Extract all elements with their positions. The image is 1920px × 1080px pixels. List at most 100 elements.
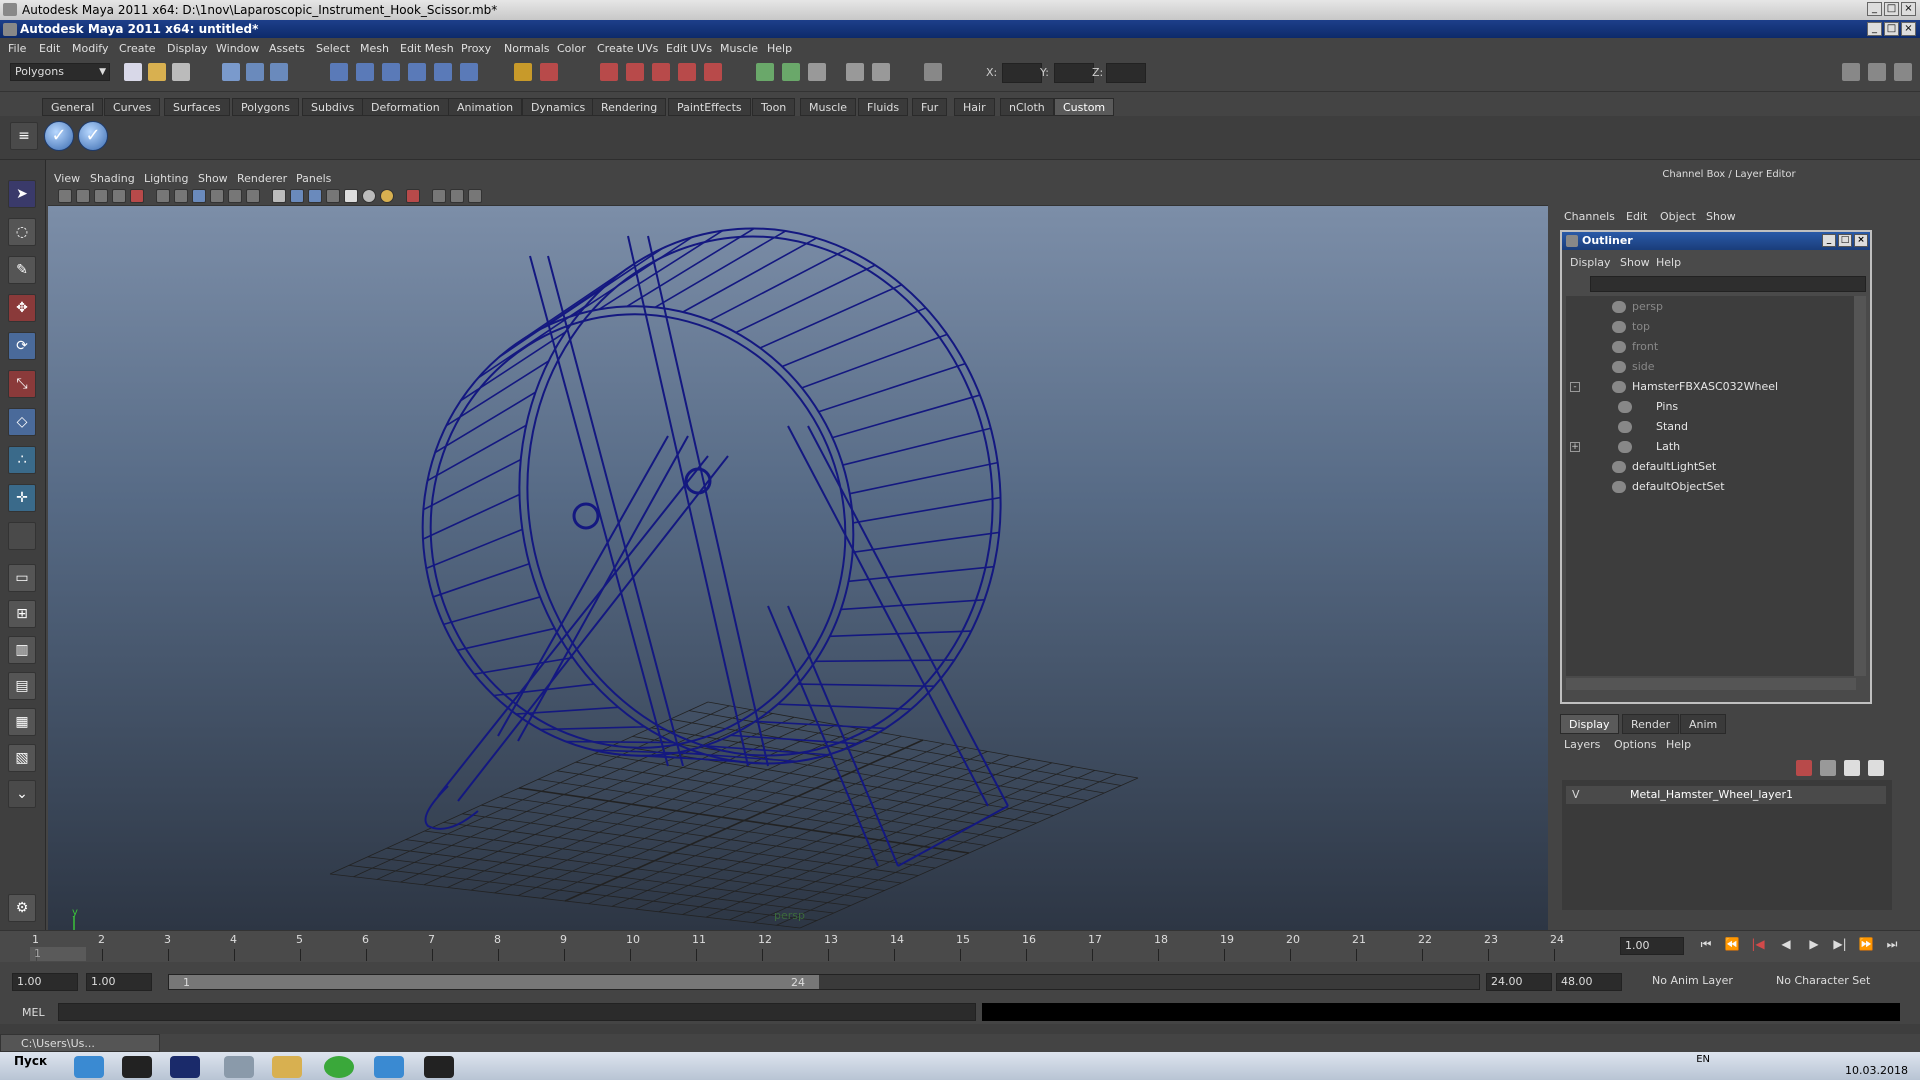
panel-menu-panels[interactable]: Panels (296, 172, 331, 185)
outliner-item[interactable]: persp (1566, 298, 1856, 316)
range-slider-handle[interactable] (169, 975, 819, 989)
menu-mesh[interactable]: Mesh (360, 42, 389, 55)
minimize-button[interactable]: _ (1867, 2, 1882, 16)
maya-taskbar-icon[interactable] (424, 1056, 454, 1078)
layer-menu-layers[interactable]: Layers (1564, 738, 1600, 751)
outliner-filter-input[interactable] (1590, 276, 1866, 292)
outliner-item[interactable]: top (1566, 318, 1856, 336)
menu-select[interactable]: Select (316, 42, 350, 55)
menu-proxy[interactable]: Proxy (461, 42, 491, 55)
menu-edit[interactable]: Edit (39, 42, 60, 55)
coord-y-field[interactable] (1054, 63, 1094, 83)
shelf-tab-dynamics[interactable]: Dynamics (522, 98, 595, 116)
show-attribute-editor-icon[interactable] (1842, 63, 1860, 81)
menu-display[interactable]: Display (167, 42, 208, 55)
start-button[interactable]: Пуск (14, 1054, 47, 1068)
menu-edit-mesh[interactable]: Edit Mesh (400, 42, 454, 55)
inner-maximize-button[interactable]: □ (1884, 22, 1899, 36)
render-settings-icon[interactable] (652, 63, 670, 81)
rotate-tool-icon[interactable]: ⟳ (8, 332, 36, 360)
open-scene-icon[interactable] (148, 63, 166, 81)
expand-toggle-icon[interactable]: - (1570, 382, 1580, 392)
safe-title-icon[interactable] (246, 189, 260, 203)
layer-menu-options[interactable]: Options (1614, 738, 1656, 751)
go-to-start-icon[interactable]: ⏮ (1696, 937, 1716, 955)
shelf-tab-rendering[interactable]: Rendering (592, 98, 667, 116)
snap-plane-icon[interactable] (408, 63, 426, 81)
isolate-select-icon[interactable] (406, 189, 420, 203)
panel-menu-lighting[interactable]: Lighting (144, 172, 188, 185)
go-to-end-icon[interactable]: ⏭ (1882, 937, 1902, 955)
menu-edit-uvs[interactable]: Edit UVs (666, 42, 712, 55)
select-object-icon[interactable] (246, 63, 264, 81)
shelf-tab-general[interactable]: General (42, 98, 104, 116)
shelf-tab-custom[interactable]: Custom (1054, 98, 1115, 116)
menu-help[interactable]: Help (767, 42, 792, 55)
outliner-minimize-button[interactable]: _ (1822, 234, 1836, 247)
layer-menu-help[interactable]: Help (1666, 738, 1691, 751)
animation-start-field[interactable]: 1.00 (12, 973, 78, 991)
resolution-gate-icon[interactable] (174, 189, 188, 203)
app-taskbar-icon[interactable] (224, 1056, 254, 1078)
cb-menu-show[interactable]: Show (1706, 210, 1736, 223)
menu-normals[interactable]: Normals (504, 42, 550, 55)
inner-minimize-button[interactable]: _ (1867, 22, 1882, 36)
animation-end-field[interactable]: 48.00 (1556, 973, 1622, 991)
scale-tool-icon[interactable]: ⤡ (8, 370, 36, 398)
backface-culling-icon[interactable] (468, 189, 482, 203)
xray-icon[interactable] (432, 189, 446, 203)
step-forward-frame-icon[interactable]: ▶| (1830, 937, 1850, 955)
playback-end-field[interactable]: 24.00 (1486, 973, 1552, 991)
shelf-tab-hair[interactable]: Hair (954, 98, 995, 116)
select-tool-icon[interactable]: ➤ (8, 180, 36, 208)
play-forwards-icon[interactable]: ▶ (1804, 937, 1824, 955)
script-language-label[interactable]: MEL (22, 1006, 45, 1019)
soft-mod-tool-icon[interactable]: ∴ (8, 446, 36, 474)
wireframe-on-shaded-icon[interactable] (308, 189, 322, 203)
outliner-item[interactable]: defaultLightSet (1566, 458, 1856, 476)
character-set-selector[interactable]: No Character Set (1772, 973, 1880, 991)
outliner-vertical-scrollbar[interactable] (1854, 296, 1866, 676)
paint-select-tool-icon[interactable]: ✎ (8, 256, 36, 284)
skype-taskbar-icon[interactable] (74, 1056, 104, 1078)
photoshop-taskbar-icon[interactable] (170, 1056, 200, 1078)
panel-menu-view[interactable]: View (54, 172, 80, 185)
maximize-button[interactable]: □ (1884, 2, 1899, 16)
layout-options-icon[interactable]: ⌄ (8, 780, 36, 808)
default-light-icon[interactable] (344, 189, 358, 203)
custom-shelf-check-1-icon[interactable]: ✓ (44, 121, 74, 151)
single-pane-layout-icon[interactable]: ▭ (8, 564, 36, 592)
outliner-maximize-button[interactable]: □ (1838, 234, 1852, 247)
explorer-taskbar-icon[interactable] (272, 1056, 302, 1078)
coord-z-field[interactable] (1106, 63, 1146, 83)
shelf-tab-animation[interactable]: Animation (448, 98, 523, 116)
save-scene-icon[interactable] (172, 63, 190, 81)
safe-action-icon[interactable] (228, 189, 242, 203)
menu-muscle[interactable]: Muscle (720, 42, 758, 55)
outliner-horizontal-scrollbar[interactable] (1566, 678, 1856, 690)
language-indicator[interactable]: EN (1696, 1054, 1710, 1065)
snap-point-icon[interactable] (382, 63, 400, 81)
input-line-mode-icon[interactable] (756, 63, 774, 81)
textured-icon[interactable] (326, 189, 340, 203)
time-slider[interactable]: 1 2 3 4 5 6 7 8 9 10 11 12 13 14 15 16 17 18 19 20 21 22 23 24 1… (0, 930, 1920, 962)
outliner-item[interactable]: Stand (1566, 418, 1856, 436)
shelf-tab-deformation[interactable]: Deformation (362, 98, 449, 116)
layer-tab-anim[interactable]: Anim (1680, 714, 1727, 734)
panel-menu-renderer[interactable]: Renderer (237, 172, 287, 185)
render-view-icon[interactable] (704, 63, 722, 81)
show-manipulator-icon[interactable]: ✛ (8, 484, 36, 512)
panel-menu-show[interactable]: Show (198, 172, 228, 185)
perspective-viewport[interactable]: y x persp (48, 206, 1548, 930)
history-icon[interactable] (460, 63, 478, 81)
xray-joints-icon[interactable] (450, 189, 464, 203)
shelf-tab-surfaces[interactable]: Surfaces (164, 98, 230, 116)
camera-attributes-icon[interactable] (76, 189, 90, 203)
command-input[interactable] (58, 1003, 976, 1021)
smooth-shade-icon[interactable] (290, 189, 304, 203)
minimized-window[interactable]: C:\Users\Us... (0, 1034, 160, 1052)
render-icon[interactable] (600, 63, 618, 81)
shelf-tab-fur[interactable]: Fur (912, 98, 948, 116)
universal-manipulator-icon[interactable]: ◇ (8, 408, 36, 436)
field-chart-icon[interactable] (210, 189, 224, 203)
